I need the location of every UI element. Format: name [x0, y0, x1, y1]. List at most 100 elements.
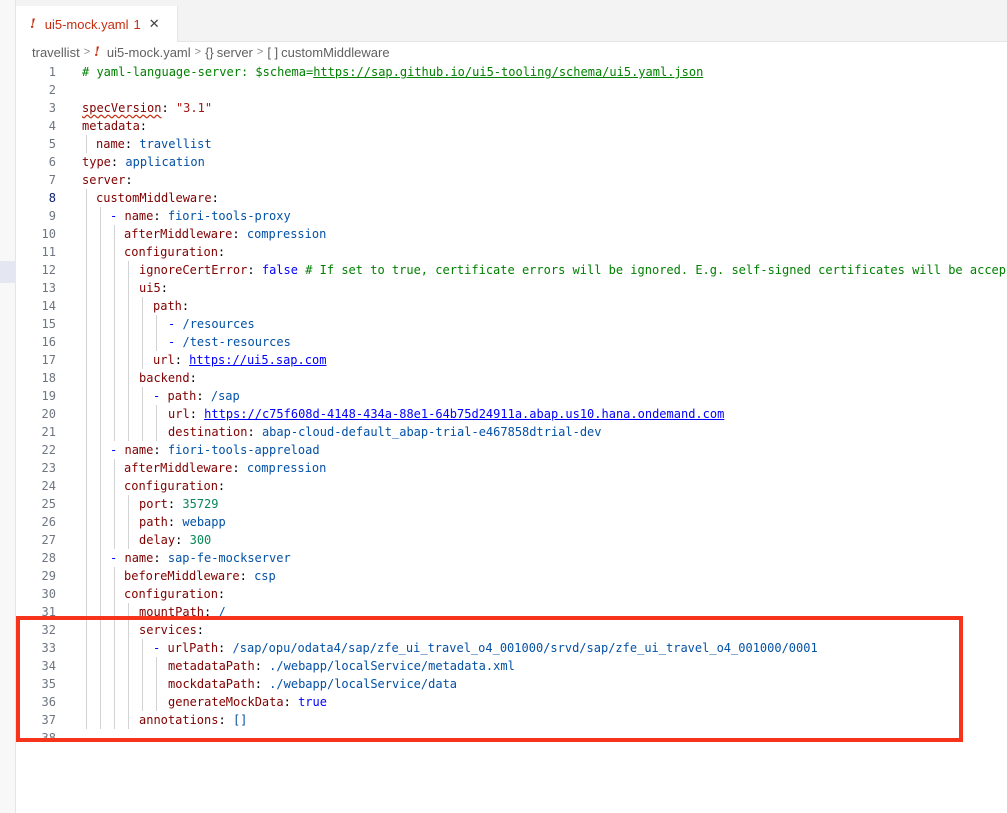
active-line-marker	[0, 261, 16, 283]
code-line-10: 10 afterMiddleware: compression	[16, 225, 1007, 243]
code-line-7: 7 server:	[16, 171, 1007, 189]
code-line-15: 15 - /resources	[16, 315, 1007, 333]
code-line-16: 16 - /test-resources	[16, 333, 1007, 351]
breadcrumb-file[interactable]: ui5-mock.yaml	[107, 45, 191, 60]
code-text: - name: fiori-tools-proxy	[110, 209, 291, 223]
line-number: 8	[48, 191, 56, 205]
breadcrumb: travellist > ! ui5-mock.yaml > {} server…	[32, 43, 390, 61]
code-text: # yaml-language-server: $schema=https://…	[82, 65, 704, 79]
code-text: ui5:	[139, 281, 168, 295]
code-line-21: 21 destination: abap-cloud-default_abap-…	[16, 423, 1007, 441]
code-text: configuration:	[124, 479, 226, 493]
line-number: 24	[41, 479, 56, 493]
line-number: 21	[41, 425, 56, 439]
code-text: name: travellist	[96, 137, 212, 151]
line-number: 16	[41, 335, 56, 349]
code-line-19: 19 - path: /sap	[16, 387, 1007, 405]
chevron-right-icon: >	[194, 46, 202, 58]
line-number: 11	[41, 245, 56, 259]
yaml-file-warning-icon: !	[30, 16, 36, 32]
code-line-12: 12 ignoreCertError: false # If set to tr…	[16, 261, 1007, 279]
code-text: ignoreCertError: false # If set to true,…	[139, 263, 1006, 277]
object-icon: {}	[205, 44, 214, 60]
code-text: port: 35729	[139, 497, 219, 511]
line-number: 13	[41, 281, 56, 295]
line-number: 9	[48, 209, 56, 223]
code-text: backend:	[139, 371, 197, 385]
close-icon[interactable]: ✕	[149, 16, 160, 32]
breadcrumb-server[interactable]: server	[217, 45, 253, 60]
line-number: 7	[48, 173, 56, 187]
code-line-4: 4 metadata:	[16, 117, 1007, 135]
code-text: url: https://c75f608d-4148-434a-88e1-64b…	[168, 407, 725, 421]
code-text: url: https://ui5.sap.com	[153, 353, 327, 367]
code-line-8: 8 customMiddleware:	[16, 189, 1007, 207]
code-line-17: 17 url: https://ui5.sap.com	[16, 351, 1007, 369]
code-text: beforeMiddleware: csp	[124, 569, 276, 583]
line-number: 20	[41, 407, 56, 421]
tab-filename: ui5-mock.yaml	[44, 16, 129, 32]
code-line-5: 5 name: travellist	[16, 135, 1007, 153]
line-number: 2	[48, 83, 56, 97]
line-number: 18	[41, 371, 56, 385]
line-number: 3	[48, 101, 56, 115]
code-text: configuration:	[124, 587, 226, 601]
indent-guide	[86, 189, 87, 207]
code-line-28: 28 - name: sap-fe-mockserver	[16, 549, 1007, 567]
line-number: 12	[41, 263, 56, 277]
code-line-6: 6 type: application	[16, 153, 1007, 171]
code-line-30: 30 configuration:	[16, 585, 1007, 603]
code-line-29: 29 beforeMiddleware: csp	[16, 567, 1007, 585]
code-line-13: 13 ui5:	[16, 279, 1007, 297]
ui5-url-link[interactable]: https://ui5.sap.com	[189, 353, 326, 367]
line-number: 26	[41, 515, 56, 529]
line-number: 30	[41, 587, 56, 601]
breadcrumb-custom-middleware[interactable]: customMiddleware	[281, 45, 389, 60]
backend-url-link[interactable]: https://c75f608d-4148-434a-88e1-64b75d24…	[204, 407, 724, 421]
line-number: 10	[41, 227, 56, 241]
schema-link[interactable]: https://sap.github.io/ui5-tooling/schema…	[313, 65, 703, 79]
code-text: - name: fiori-tools-appreload	[110, 443, 320, 457]
code-text: delay: 300	[139, 533, 212, 547]
code-line-22: 22 - name: fiori-tools-appreload	[16, 441, 1007, 459]
code-text: afterMiddleware: compression	[124, 461, 327, 475]
code-line-25: 25 port: 35729	[16, 495, 1007, 513]
yaml-file-icon: !	[94, 44, 100, 60]
code-text: - name: sap-fe-mockserver	[110, 551, 291, 565]
array-icon: [ ]	[267, 44, 279, 60]
code-line-14: 14 path:	[16, 297, 1007, 315]
code-line-3: 3 specVersion: "3.1"	[16, 99, 1007, 117]
line-number: 28	[41, 551, 56, 565]
code-line-9: 9 - name: fiori-tools-proxy	[16, 207, 1007, 225]
breadcrumb-folder[interactable]: travellist	[32, 45, 80, 60]
line-number: 6	[48, 155, 56, 169]
line-number: 29	[41, 569, 56, 583]
line-number: 22	[41, 443, 56, 457]
code-line-27: 27 delay: 300	[16, 531, 1007, 549]
line-number: 17	[41, 353, 56, 367]
code-text: afterMiddleware: compression	[124, 227, 327, 241]
code-line-1: 1 # yaml-language-server: $schema=https:…	[16, 63, 1007, 81]
indent-guide	[86, 135, 87, 153]
line-number: 5	[48, 137, 56, 151]
line-number: 15	[41, 317, 56, 331]
code-line-11: 11 configuration:	[16, 243, 1007, 261]
tab-ui5-mock-yaml[interactable]: ! ui5-mock.yaml 1 ✕	[16, 6, 178, 42]
code-text: destination: abap-cloud-default_abap-tri…	[168, 425, 602, 439]
line-number: 14	[41, 299, 56, 313]
code-text: path:	[153, 299, 190, 313]
line-number: 25	[41, 497, 56, 511]
spec-version-key: specVersion	[82, 101, 162, 115]
code-text: - /test-resources	[168, 335, 291, 349]
line-number: 19	[41, 389, 56, 403]
code-line-26: 26 path: webapp	[16, 513, 1007, 531]
code-text: metadata:	[82, 119, 148, 133]
tab-bar: ! ui5-mock.yaml 1 ✕	[16, 0, 1007, 42]
code-line-24: 24 configuration:	[16, 477, 1007, 495]
code-text: path: webapp	[139, 515, 226, 529]
highlight-annotation-box	[16, 616, 963, 742]
tab-problem-count: 1	[133, 16, 141, 32]
code-line-23: 23 afterMiddleware: compression	[16, 459, 1007, 477]
code-text: server:	[82, 173, 133, 187]
code-text: - path: /sap	[153, 389, 240, 403]
